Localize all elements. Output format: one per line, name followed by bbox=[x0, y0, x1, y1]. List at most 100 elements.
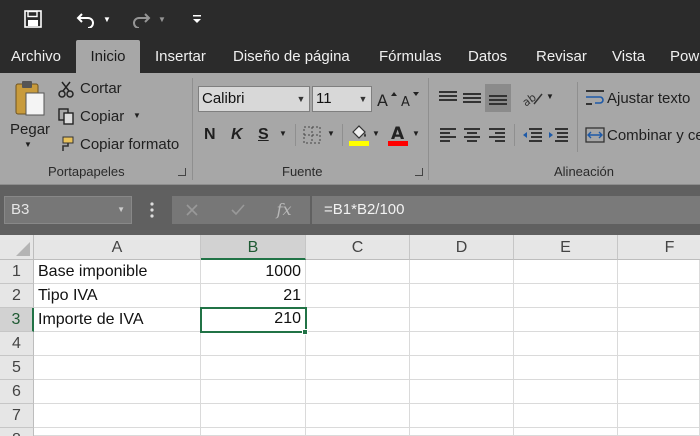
cell-b6[interactable] bbox=[201, 380, 306, 404]
decrease-font-size-icon[interactable]: A bbox=[400, 86, 422, 112]
font-name-select[interactable]: Calibri ▼ bbox=[198, 86, 310, 112]
tab-datos[interactable]: Datos bbox=[468, 40, 507, 73]
wrap-text-icon[interactable] bbox=[584, 87, 606, 109]
cell-d8[interactable] bbox=[410, 428, 514, 436]
tab-vista[interactable]: Vista bbox=[612, 40, 645, 73]
column-header-e[interactable]: E bbox=[514, 235, 618, 260]
row-header-5[interactable]: 5 bbox=[0, 356, 34, 380]
align-middle-icon[interactable] bbox=[460, 86, 484, 110]
row-header-4[interactable]: 4 bbox=[0, 332, 34, 356]
borders-icon[interactable] bbox=[302, 124, 322, 146]
row-header-1[interactable]: 1 bbox=[0, 260, 34, 284]
cell-b2[interactable]: 21 bbox=[201, 284, 306, 308]
cell-a4[interactable] bbox=[34, 332, 201, 356]
increase-indent-icon[interactable] bbox=[546, 124, 570, 146]
save-icon[interactable] bbox=[18, 6, 48, 32]
row-header-3[interactable]: 3 bbox=[0, 308, 34, 332]
align-center-icon[interactable] bbox=[460, 124, 484, 146]
align-left-icon[interactable] bbox=[436, 124, 460, 146]
cut-button[interactable]: Cortar bbox=[80, 80, 122, 97]
cell-c4[interactable] bbox=[306, 332, 410, 356]
cell-d7[interactable] bbox=[410, 404, 514, 428]
cell-a8[interactable] bbox=[34, 428, 201, 436]
merge-center-icon[interactable] bbox=[584, 124, 606, 146]
align-bottom-icon[interactable] bbox=[485, 84, 511, 112]
underline-dropdown-icon[interactable]: ▼ bbox=[279, 129, 287, 138]
copy-icon[interactable] bbox=[56, 107, 76, 125]
format-painter-icon[interactable] bbox=[56, 135, 76, 153]
name-box[interactable]: B3 ▼ bbox=[4, 196, 132, 224]
row-header-8[interactable]: 8 bbox=[0, 428, 34, 436]
increase-font-size-icon[interactable]: A bbox=[376, 86, 398, 112]
more-options-icon[interactable] bbox=[146, 200, 158, 220]
cell-e5[interactable] bbox=[514, 356, 618, 380]
cell-e8[interactable] bbox=[514, 428, 618, 436]
undo-dropdown-icon[interactable]: ▼ bbox=[100, 6, 114, 32]
cell-e7[interactable] bbox=[514, 404, 618, 428]
customize-icon[interactable] bbox=[190, 6, 204, 32]
undo-icon[interactable] bbox=[72, 6, 100, 32]
column-header-a[interactable]: A bbox=[34, 235, 201, 260]
chevron-down-icon[interactable]: ▼ bbox=[117, 197, 125, 223]
tab-archivo[interactable]: Archivo bbox=[11, 40, 61, 73]
tab-inicio[interactable]: Inicio bbox=[76, 40, 140, 73]
column-header-d[interactable]: D bbox=[410, 235, 514, 260]
italic-button[interactable]: K bbox=[231, 126, 243, 144]
tab-power[interactable]: Pow bbox=[670, 40, 699, 73]
cell-f8[interactable] bbox=[618, 428, 700, 436]
orientation-icon[interactable]: ab bbox=[520, 86, 546, 110]
format-painter-button[interactable]: Copiar formato bbox=[80, 136, 179, 153]
tab-formulas[interactable]: Fórmulas bbox=[379, 40, 442, 73]
column-header-f[interactable]: F bbox=[618, 235, 700, 260]
row-header-2[interactable]: 2 bbox=[0, 284, 34, 308]
cell-d5[interactable] bbox=[410, 356, 514, 380]
cell-e2[interactable] bbox=[514, 284, 618, 308]
row-header-6[interactable]: 6 bbox=[0, 380, 34, 404]
cell-e6[interactable] bbox=[514, 380, 618, 404]
cell-e4[interactable] bbox=[514, 332, 618, 356]
underline-button[interactable]: S bbox=[258, 126, 269, 144]
fill-color-dropdown-icon[interactable]: ▼ bbox=[372, 129, 380, 138]
font-size-select[interactable]: 11 ▼ bbox=[312, 86, 372, 112]
cell-b5[interactable] bbox=[201, 356, 306, 380]
cell-c3[interactable] bbox=[306, 308, 410, 332]
paste-dropdown-icon[interactable]: ▼ bbox=[24, 140, 32, 149]
fill-color-icon[interactable] bbox=[348, 122, 370, 148]
borders-dropdown-icon[interactable]: ▼ bbox=[327, 129, 335, 138]
font-launcher-icon[interactable] bbox=[415, 168, 423, 176]
cell-c2[interactable] bbox=[306, 284, 410, 308]
cell-f3[interactable] bbox=[618, 308, 700, 332]
cell-b1[interactable]: 1000 bbox=[201, 260, 306, 284]
cell-d2[interactable] bbox=[410, 284, 514, 308]
wrap-text-button[interactable]: Ajustar texto bbox=[607, 90, 690, 107]
cut-icon[interactable] bbox=[56, 80, 76, 98]
cell-c7[interactable] bbox=[306, 404, 410, 428]
merge-center-button[interactable]: Combinar y ce bbox=[607, 127, 700, 144]
paste-icon[interactable] bbox=[12, 78, 48, 118]
clipboard-launcher-icon[interactable] bbox=[178, 168, 186, 176]
cell-a1[interactable]: Base imponible bbox=[34, 260, 201, 284]
cell-c6[interactable] bbox=[306, 380, 410, 404]
cell-b8[interactable] bbox=[201, 428, 306, 436]
cell-b7[interactable] bbox=[201, 404, 306, 428]
cell-b4[interactable] bbox=[201, 332, 306, 356]
chevron-down-icon[interactable]: ▼ bbox=[355, 87, 371, 111]
select-all-button[interactable] bbox=[0, 235, 34, 260]
insert-function-icon[interactable]: fx bbox=[272, 197, 296, 221]
font-color-dropdown-icon[interactable]: ▼ bbox=[412, 129, 420, 138]
column-header-c[interactable]: C bbox=[306, 235, 410, 260]
cell-d3[interactable] bbox=[410, 308, 514, 332]
column-header-b[interactable]: B bbox=[201, 235, 306, 260]
tab-diseno-pagina[interactable]: Diseño de página bbox=[233, 40, 350, 73]
fill-handle[interactable] bbox=[302, 329, 308, 335]
cell-d1[interactable] bbox=[410, 260, 514, 284]
paste-button[interactable]: Pegar bbox=[10, 121, 50, 138]
cell-e1[interactable] bbox=[514, 260, 618, 284]
orientation-dropdown-icon[interactable]: ▼ bbox=[546, 92, 554, 101]
cell-c8[interactable] bbox=[306, 428, 410, 436]
font-color-icon[interactable]: A bbox=[386, 122, 410, 148]
cell-f5[interactable] bbox=[618, 356, 700, 380]
cell-f1[interactable] bbox=[618, 260, 700, 284]
tab-insertar[interactable]: Insertar bbox=[155, 40, 206, 73]
cell-a6[interactable] bbox=[34, 380, 201, 404]
